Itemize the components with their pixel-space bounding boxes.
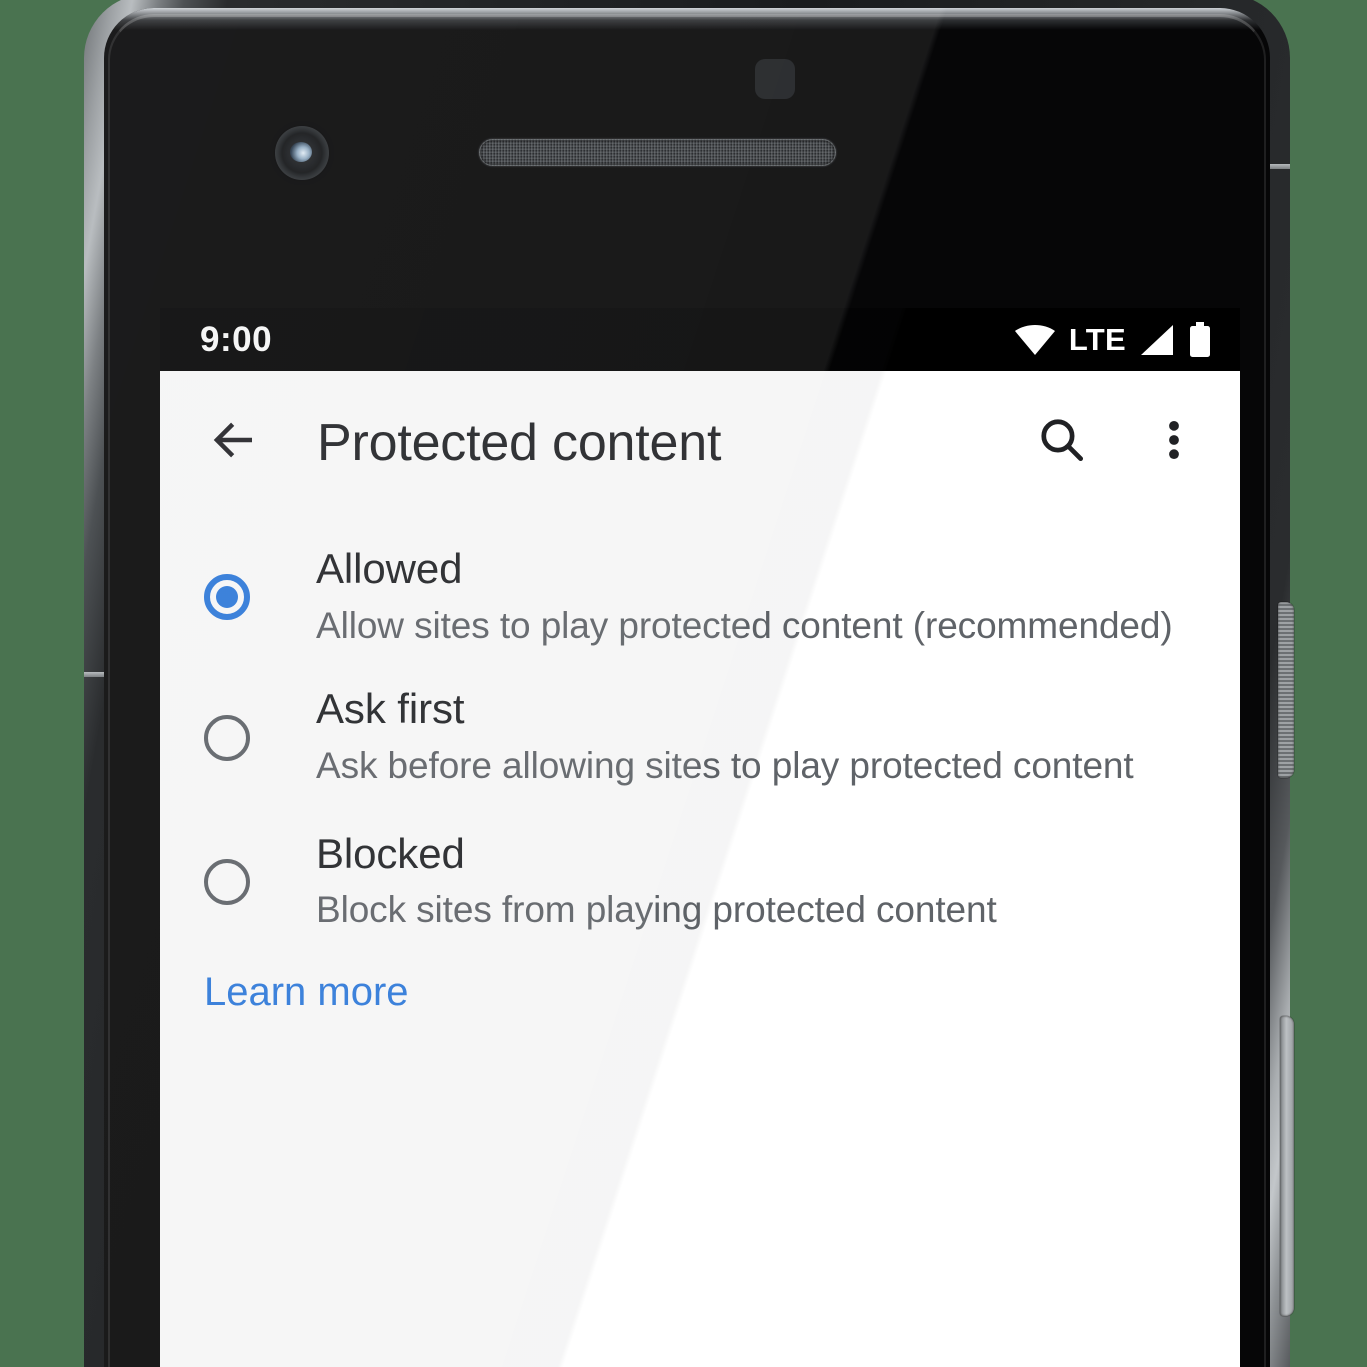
app-surface: Protected content Allowed Allow sites to… bbox=[160, 365, 1240, 1367]
options-list: Allowed Allow sites to play protected co… bbox=[160, 520, 1240, 932]
option-ask-first[interactable]: Ask first Ask before allowing sites to p… bbox=[160, 687, 1240, 787]
phone-glass: 9:00 LTE Protected content Allowed Allow… bbox=[104, 8, 1270, 1367]
phone-screen: 9:00 LTE Protected content Allowed Allow… bbox=[160, 308, 1240, 1367]
proximity-sensor bbox=[755, 59, 795, 99]
app-bar: Protected content bbox=[160, 365, 1240, 520]
network-type-label: LTE bbox=[1068, 322, 1126, 357]
battery-icon bbox=[1188, 321, 1212, 358]
option-description-ask-first: Ask before allowing sites to play protec… bbox=[316, 744, 1134, 786]
radio-button-allowed[interactable] bbox=[204, 574, 250, 621]
option-title-blocked: Blocked bbox=[316, 829, 465, 877]
radio-wrap-allowed bbox=[204, 574, 270, 621]
app-bar-actions bbox=[1026, 407, 1210, 479]
option-text-blocked: Blocked Block sites from playing protect… bbox=[270, 829, 1206, 932]
status-clock: 9:00 bbox=[200, 320, 273, 359]
wifi-icon bbox=[1014, 324, 1056, 356]
status-icon-group: LTE bbox=[1014, 321, 1212, 358]
arrow-left-icon bbox=[207, 413, 261, 472]
radio-button-ask-first[interactable] bbox=[204, 714, 250, 761]
option-allowed[interactable]: Allowed Allow sites to play protected co… bbox=[160, 545, 1240, 647]
overflow-menu-button[interactable] bbox=[1138, 407, 1210, 479]
earpiece-speaker bbox=[479, 139, 836, 166]
search-icon bbox=[1035, 413, 1089, 472]
search-button[interactable] bbox=[1026, 407, 1098, 479]
signal-icon bbox=[1139, 324, 1175, 356]
radio-button-blocked[interactable] bbox=[204, 859, 250, 906]
option-text-ask-first: Ask first Ask before allowing sites to p… bbox=[270, 687, 1206, 787]
radio-wrap-blocked bbox=[204, 859, 270, 906]
footer: Learn more bbox=[160, 932, 1240, 1015]
learn-more-link[interactable]: Learn more bbox=[204, 970, 409, 1015]
option-description-allowed: Allow sites to play protected content (r… bbox=[316, 604, 1173, 646]
option-title-allowed: Allowed bbox=[316, 545, 463, 592]
phone-device: 9:00 LTE Protected content Allowed Allow… bbox=[84, 0, 1294, 1367]
volume-rocker[interactable] bbox=[1280, 1016, 1294, 1316]
option-title-ask-first: Ask first bbox=[316, 685, 465, 733]
front-camera bbox=[275, 126, 329, 180]
radio-wrap-ask-first bbox=[204, 714, 270, 761]
power-button[interactable] bbox=[1278, 602, 1294, 778]
option-text-allowed: Allowed Allow sites to play protected co… bbox=[270, 545, 1206, 647]
status-bar: 9:00 LTE bbox=[160, 308, 1240, 371]
option-blocked[interactable]: Blocked Block sites from playing protect… bbox=[160, 829, 1240, 932]
option-description-blocked: Block sites from playing protected conte… bbox=[316, 889, 997, 931]
page-title: Protected content bbox=[317, 413, 722, 472]
more-vert-icon bbox=[1149, 415, 1199, 470]
back-button[interactable] bbox=[198, 407, 270, 479]
